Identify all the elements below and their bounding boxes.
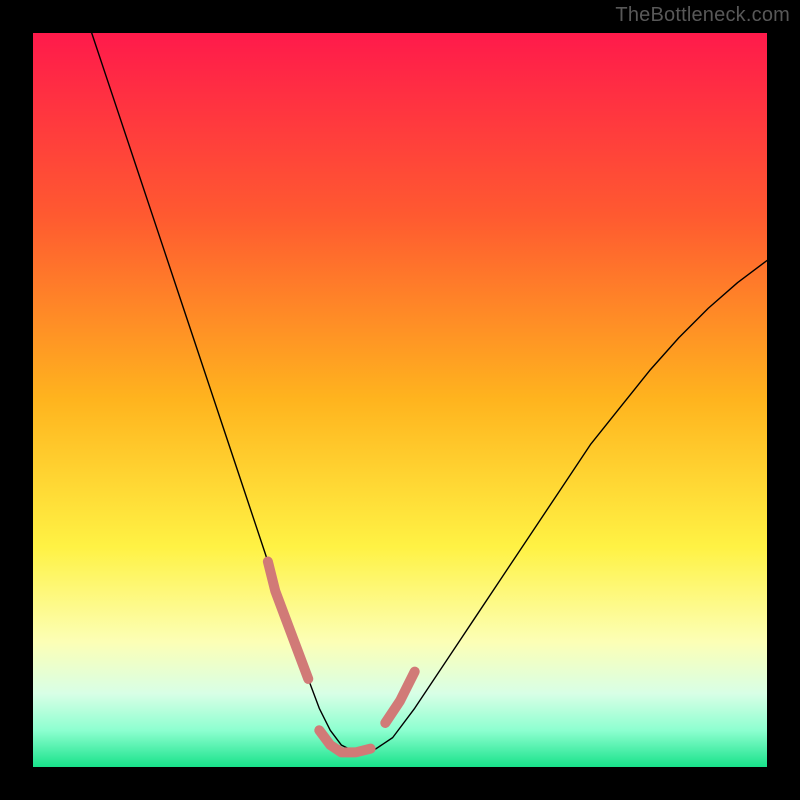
chart-frame: TheBottleneck.com [0, 0, 800, 800]
chart-svg [33, 33, 767, 767]
bottleneck-chart [33, 33, 767, 767]
watermark-text: TheBottleneck.com [615, 4, 790, 27]
gradient-background [33, 33, 767, 767]
